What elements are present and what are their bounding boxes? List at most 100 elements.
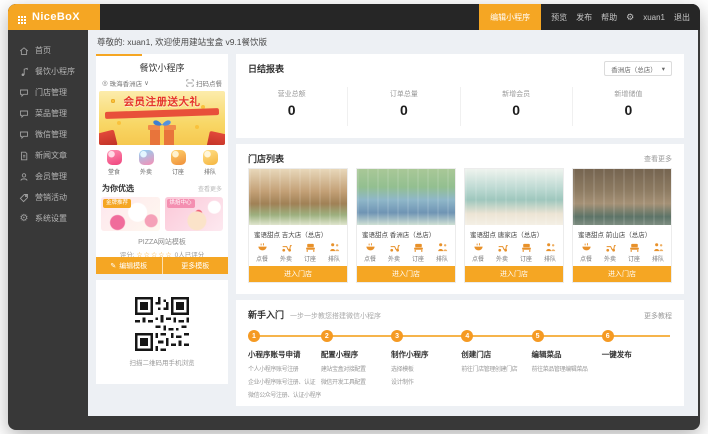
- scooter-icon: [281, 242, 292, 253]
- step-circle: 6: [602, 330, 614, 342]
- service-delivery[interactable]: 外卖: [274, 242, 298, 263]
- queue-icon: [437, 242, 448, 253]
- location-selector[interactable]: ◎ 珠海香洲店 ∨: [102, 78, 149, 88]
- service-label: 点餐: [358, 254, 382, 263]
- sidebar-item-marketing[interactable]: 营销活动: [8, 187, 88, 208]
- sidebar-item-member-management[interactable]: 会员管理: [8, 166, 88, 187]
- picks-more-link[interactable]: 查看更多: [198, 184, 222, 193]
- red-envelope-icon: [207, 131, 225, 145]
- service-reserve[interactable]: 订座: [298, 242, 322, 263]
- category-takeout[interactable]: 外卖: [130, 150, 162, 176]
- step-circle: 5: [532, 330, 544, 342]
- service-row: 点餐 外卖 订座 排队: [465, 240, 563, 266]
- category-reserve[interactable]: 订座: [162, 150, 194, 176]
- service-queue[interactable]: 排队: [322, 242, 346, 263]
- store-photo: [357, 169, 455, 225]
- step-circle: 1: [248, 330, 260, 342]
- sidebar-item-wechat-management[interactable]: 微信管理: [8, 124, 88, 145]
- user-icon: [19, 172, 29, 182]
- service-delivery[interactable]: 外卖: [490, 242, 514, 263]
- sidebar-item-restaurant-miniprogram[interactable]: 餐饮小程序: [8, 61, 88, 82]
- scan-order-button[interactable]: 扫码点餐: [186, 78, 222, 88]
- guide-more-link[interactable]: 更多教程: [644, 311, 672, 321]
- store-card: 蜜语甜点 前山店（总店） 点餐 外卖 订座: [572, 168, 672, 283]
- phone-tab-indicator: [96, 54, 142, 56]
- sidebar-item-label: 营销活动: [35, 192, 67, 203]
- enter-store-button[interactable]: 进入门店: [465, 266, 563, 282]
- category-label: 排队: [194, 167, 226, 176]
- location-pin-icon: ◎: [102, 79, 108, 87]
- store-card: 蜜语甜点 吉大店（总店） 点餐 外卖 订座: [248, 168, 348, 283]
- step-2: 2 配置小程序 建站宝盒对接配置 微信开发工具配置: [321, 330, 391, 399]
- username[interactable]: xuan1: [643, 13, 665, 22]
- sidebar-item-store-management[interactable]: 门店管理: [8, 82, 88, 103]
- service-label: 订座: [622, 254, 646, 263]
- sidebar-item-label: 门店管理: [35, 87, 67, 98]
- service-reserve[interactable]: 订座: [514, 242, 538, 263]
- step-item: 前往菜品管理编辑菜品: [532, 364, 602, 373]
- store-name: 蜜语甜点 前山店（总店）: [573, 225, 671, 240]
- topbar: NiceBoX 编辑小程序 预览 发布 帮助 ⚙ xuan1 退出: [8, 4, 700, 30]
- enter-store-button[interactable]: 进入门店: [249, 266, 347, 282]
- sidebar: 首页 餐饮小程序 门店管理 菜品管理 微信管理 新闻文章 会员管理 营销活动: [8, 30, 88, 430]
- category-queue[interactable]: 排队: [194, 150, 226, 176]
- enter-store-button[interactable]: 进入门店: [573, 266, 671, 282]
- topnav-preview[interactable]: 预览: [551, 12, 567, 23]
- service-label: 外卖: [490, 254, 514, 263]
- sidebar-item-label: 会员管理: [35, 171, 67, 182]
- sidebar-item-system-settings[interactable]: ⚙ 系统设置: [8, 208, 88, 229]
- phone-title: 餐饮小程序: [96, 54, 228, 74]
- edit-template-button[interactable]: ✎ 编辑模板: [96, 257, 163, 274]
- store-list-card: 门店列表 查看更多 蜜语甜点 吉大店（总店） 点餐 外卖: [236, 144, 684, 294]
- topbar-right: 编辑小程序 预览 发布 帮助 ⚙ xuan1 退出: [479, 4, 700, 30]
- gear-icon[interactable]: ⚙: [626, 12, 634, 23]
- pick-card[interactable]: 金牌推荐: [101, 197, 160, 231]
- category-dine-in[interactable]: 堂食: [98, 150, 130, 176]
- topnav-help[interactable]: 帮助: [601, 12, 617, 23]
- service-reserve[interactable]: 订座: [406, 242, 430, 263]
- getting-started-card: 新手入门 一步一步教您搭建微信小程序 更多教程 1 小程序账号申请 个人小程序账…: [236, 300, 684, 406]
- promo-banner[interactable]: 会员注册送大礼: [99, 91, 225, 145]
- service-queue[interactable]: 排队: [430, 242, 454, 263]
- topnav-publish[interactable]: 发布: [576, 12, 592, 23]
- store-photo: [573, 169, 671, 225]
- enter-store-button[interactable]: 进入门店: [357, 266, 455, 282]
- sidebar-item-news-articles[interactable]: 新闻文章: [8, 145, 88, 166]
- more-templates-button[interactable]: 更多模板: [163, 257, 229, 274]
- template-name: PIZZA网站模板: [96, 237, 228, 247]
- step-circle: 3: [391, 330, 403, 342]
- service-order[interactable]: 点餐: [250, 242, 274, 263]
- qr-card: 扫描二维码用手机浏览: [96, 280, 228, 384]
- service-label: 订座: [406, 254, 430, 263]
- stat-revenue: 营业总额 0: [236, 87, 348, 126]
- qr-caption: 扫描二维码用手机浏览: [130, 357, 195, 367]
- guide-subtitle: 一步一步教您搭建微信小程序: [290, 311, 381, 321]
- pick-card[interactable]: 烘焙中心: [165, 197, 224, 231]
- service-order[interactable]: 点餐: [358, 242, 382, 263]
- seat-icon: [521, 242, 532, 253]
- stores-more-link[interactable]: 查看更多: [644, 154, 672, 164]
- logout-button[interactable]: 退出: [674, 12, 690, 23]
- store-card: 蜜语甜点 香洲店（总店） 点餐 外卖 订座: [356, 168, 456, 283]
- red-envelope-icon: [99, 130, 118, 145]
- step-items: 前往菜品管理编辑菜品: [532, 364, 602, 373]
- sidebar-item-home[interactable]: 首页: [8, 40, 88, 61]
- sidebar-item-dish-management[interactable]: 菜品管理: [8, 103, 88, 124]
- service-label: 订座: [514, 254, 538, 263]
- scooter-icon: [605, 242, 616, 253]
- scooter-icon: [497, 242, 508, 253]
- service-order[interactable]: 点餐: [574, 242, 598, 263]
- service-queue[interactable]: 排队: [538, 242, 562, 263]
- service-order[interactable]: 点餐: [466, 242, 490, 263]
- seat-icon: [629, 242, 640, 253]
- service-label: 点餐: [574, 254, 598, 263]
- logo: NiceBoX: [8, 4, 100, 30]
- phone-preview-card: 餐饮小程序 ◎ 珠海香洲店 ∨ 扫码点餐 会员注册送大礼: [96, 54, 228, 274]
- stat-value: 0: [348, 102, 459, 118]
- service-reserve[interactable]: 订座: [622, 242, 646, 263]
- service-delivery[interactable]: 外卖: [382, 242, 406, 263]
- service-queue[interactable]: 排队: [646, 242, 670, 263]
- service-delivery[interactable]: 外卖: [598, 242, 622, 263]
- store-filter-dropdown[interactable]: 香洲店（总店） ▾: [604, 61, 672, 76]
- edit-miniprogram-button[interactable]: 编辑小程序: [479, 4, 541, 30]
